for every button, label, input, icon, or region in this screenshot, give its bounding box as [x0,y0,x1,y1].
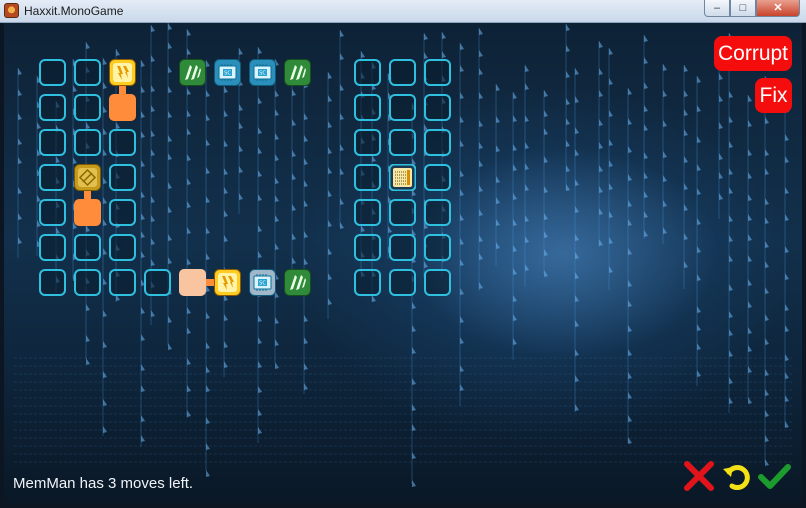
grid-node[interactable] [424,234,451,261]
grid-node[interactable] [354,129,381,156]
grid-node[interactable] [424,199,451,226]
grid-node[interactable] [74,129,101,156]
game-window: Haxxit.MonoGame – □ ✕ SC SC SC Corrupt F… [0,0,806,508]
status-message: MemMan has 3 moves left. [13,475,194,492]
grid-node[interactable] [389,199,416,226]
window-controls: – □ ✕ [704,0,800,18]
grid-node[interactable] [39,59,66,86]
maximize-button[interactable]: □ [730,0,756,17]
fix-button[interactable]: Fix [755,78,792,113]
grid-node[interactable] [354,164,381,191]
grid-node[interactable] [424,94,451,121]
cancel-icon[interactable] [682,459,716,493]
svg-text:SC: SC [259,71,266,77]
confirm-icon[interactable] [757,459,791,493]
enemy-program-wing-icon[interactable] [284,59,311,86]
enemy-program-chip-icon[interactable]: SC [249,59,276,86]
undo-icon[interactable] [720,459,754,493]
enemy-program-chip-icon[interactable]: SC [249,269,276,296]
close-button[interactable]: ✕ [756,0,800,17]
memman-program-head-icon[interactable] [214,269,241,296]
grid-node[interactable] [424,164,451,191]
svg-text:SC: SC [259,281,266,287]
grid-node[interactable] [389,129,416,156]
grid-node[interactable] [74,94,101,121]
svg-text:SC: SC [224,71,231,77]
grid-node[interactable] [109,269,136,296]
grid-node[interactable] [39,199,66,226]
player-program-tail [109,94,136,121]
grid-node[interactable] [39,129,66,156]
enemy-program-wing-icon[interactable] [179,59,206,86]
grid-node[interactable] [424,129,451,156]
grid-node[interactable] [74,59,101,86]
grid-node[interactable] [109,234,136,261]
app-icon [4,3,19,18]
memman-program-tail [179,269,206,296]
grid-node[interactable] [424,269,451,296]
grid-node[interactable] [39,269,66,296]
grid-node[interactable] [354,269,381,296]
grid-node[interactable] [109,199,136,226]
minimize-button[interactable]: – [704,0,730,17]
enemy-program-wing-icon[interactable] [284,269,311,296]
grid-node[interactable] [74,234,101,261]
game-viewport: SC SC SC Corrupt Fix MemMan has 3 moves … [4,23,802,504]
grid-node[interactable] [74,269,101,296]
grid-node[interactable] [389,94,416,121]
player-program-lightning-icon[interactable] [109,59,136,86]
corrupt-button[interactable]: Corrupt [714,36,792,71]
grid-node[interactable] [389,234,416,261]
grid-node[interactable] [354,94,381,121]
grid-node[interactable] [389,59,416,86]
grid-node[interactable] [109,164,136,191]
player-program-tail [74,199,101,226]
program-link [84,191,91,199]
grid-node[interactable] [144,269,171,296]
grid-node[interactable] [389,269,416,296]
grid-node[interactable] [354,234,381,261]
data-chip-icon[interactable] [389,164,416,191]
grid-node[interactable] [109,129,136,156]
enemy-program-chip-icon[interactable]: SC [214,59,241,86]
window-title: Haxxit.MonoGame [24,4,124,18]
grid-node[interactable] [39,94,66,121]
grid-node[interactable] [424,59,451,86]
grid-node[interactable] [39,234,66,261]
grid-node[interactable] [354,59,381,86]
grid-node[interactable] [39,164,66,191]
program-link [206,279,214,286]
game-board: SC SC SC [4,23,802,504]
grid-node[interactable] [354,199,381,226]
player-program-diamond-icon[interactable] [74,164,101,191]
title-bar: Haxxit.MonoGame – □ ✕ [0,0,806,23]
program-link [119,86,126,94]
